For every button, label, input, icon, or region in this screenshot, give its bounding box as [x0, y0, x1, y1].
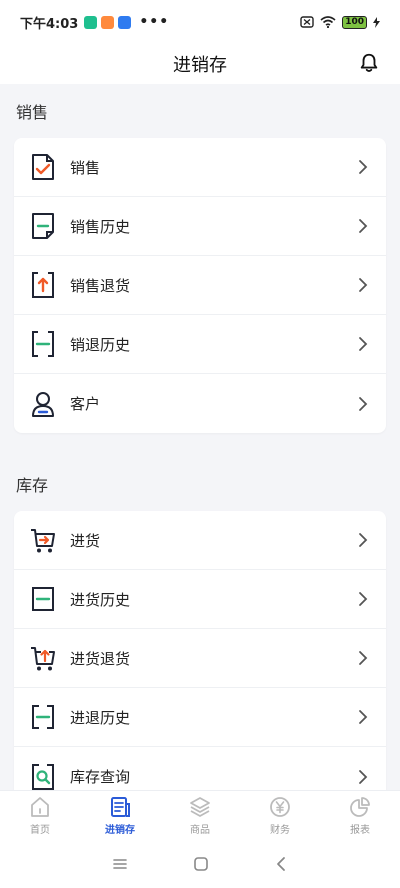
more-notifications-icon: ••• — [139, 14, 170, 30]
menu-icon[interactable] — [112, 857, 128, 871]
inventory-search-icon — [30, 762, 56, 791]
tab-label: 进销存 — [105, 824, 135, 836]
tab-products[interactable]: 商品 — [160, 791, 240, 840]
chevron-right-icon — [359, 278, 368, 292]
menu-item-return-history[interactable]: 销退历史 — [14, 315, 386, 374]
status-app-icons — [84, 15, 132, 29]
menu-item-label: 客户 — [70, 395, 101, 413]
charging-icon — [373, 16, 380, 28]
menu-item-label: 进货历史 — [70, 590, 131, 609]
status-indicators: 100 — [300, 15, 380, 29]
notification-app-icon — [84, 15, 98, 29]
tab-inventory[interactable]: 进销存 — [80, 791, 160, 840]
document-icon — [111, 796, 130, 817]
menu-item-inventory-search[interactable]: 库存查询 — [14, 747, 386, 790]
app-header: 进销存 — [0, 44, 400, 84]
section-title-inventory: 库存 — [16, 476, 49, 495]
menu-item-sale-return[interactable]: 销售退货 — [14, 256, 386, 315]
tab-label: 报表 — [350, 824, 370, 836]
chevron-right-icon — [359, 651, 368, 665]
menu-item-label: 进货退货 — [70, 649, 131, 668]
menu-item-purchase-return[interactable]: 进货退货 — [14, 629, 386, 688]
battery-level: 100 — [342, 15, 367, 29]
menu-item-purchase[interactable]: 进货 — [14, 511, 386, 570]
inventory-card: 进货 进货历史 进货退货 进退历史 库存查询 — [14, 511, 386, 790]
back-icon[interactable] — [274, 856, 288, 872]
menu-item-label: 库存查询 — [70, 768, 131, 786]
purchase-return-history-icon — [30, 702, 56, 732]
chevron-right-icon — [359, 710, 368, 724]
bottom-tab-bar: 首页 进销存 商品 财务 报表 — [0, 790, 400, 840]
chevron-right-icon — [359, 337, 368, 351]
tab-reports[interactable]: 报表 — [320, 791, 400, 840]
sale-return-icon — [30, 270, 56, 300]
menu-item-label: 销退历史 — [70, 335, 131, 354]
sale-history-icon — [30, 211, 56, 241]
wifi-icon — [320, 16, 336, 28]
purchase-return-icon — [30, 643, 56, 673]
main-content[interactable]: 销售 销售 销售历史 销售退货 销退历史 客户 库存 进货 进货历史 进货退货 … — [0, 84, 400, 790]
menu-item-label: 销售 — [70, 158, 101, 177]
tab-home[interactable]: 首页 — [0, 791, 80, 840]
pie-chart-icon — [350, 796, 370, 817]
tab-label: 商品 — [190, 824, 210, 836]
sales-card: 销售 销售历史 销售退货 销退历史 客户 — [14, 138, 386, 433]
menu-item-purchase-history[interactable]: 进货历史 — [14, 570, 386, 629]
purchase-cart-icon — [30, 525, 56, 555]
menu-item-customer[interactable]: 客户 — [14, 374, 386, 433]
home-icon — [31, 796, 49, 817]
notification-app-icon — [101, 15, 115, 29]
chevron-right-icon — [359, 769, 368, 784]
menu-item-label: 销售退货 — [70, 276, 131, 295]
tab-label: 财务 — [270, 824, 290, 836]
menu-item-sale[interactable]: 销售 — [14, 138, 386, 197]
tab-label: 首页 — [30, 824, 50, 836]
layers-icon — [190, 796, 210, 817]
notification-app-icon — [118, 15, 132, 29]
yen-icon — [270, 796, 290, 817]
status-bar: 下午4:03 ••• 100 — [0, 0, 400, 44]
tab-finance[interactable]: 财务 — [240, 791, 320, 840]
menu-item-sale-history[interactable]: 销售历史 — [14, 197, 386, 256]
system-navigation-bar — [0, 840, 400, 888]
status-time: 下午4:03 — [20, 16, 79, 32]
customer-icon — [30, 389, 56, 419]
home-square-icon[interactable] — [193, 856, 209, 872]
bell-icon[interactable] — [358, 52, 380, 74]
chevron-right-icon — [359, 160, 368, 174]
menu-item-purchase-return-history[interactable]: 进退历史 — [14, 688, 386, 747]
menu-item-label: 销售历史 — [70, 217, 131, 236]
sale-check-icon — [30, 152, 56, 182]
section-title-sales: 销售 — [16, 103, 49, 122]
page-title: 进销存 — [173, 55, 227, 76]
chevron-right-icon — [359, 533, 368, 547]
chevron-right-icon — [359, 396, 368, 411]
purchase-history-icon — [30, 584, 56, 614]
menu-item-label: 进退历史 — [70, 708, 131, 727]
menu-item-label: 进货 — [70, 531, 101, 550]
chevron-right-icon — [359, 592, 368, 606]
return-history-icon — [30, 329, 56, 359]
chevron-right-icon — [359, 219, 368, 233]
sim-off-icon — [300, 16, 314, 28]
